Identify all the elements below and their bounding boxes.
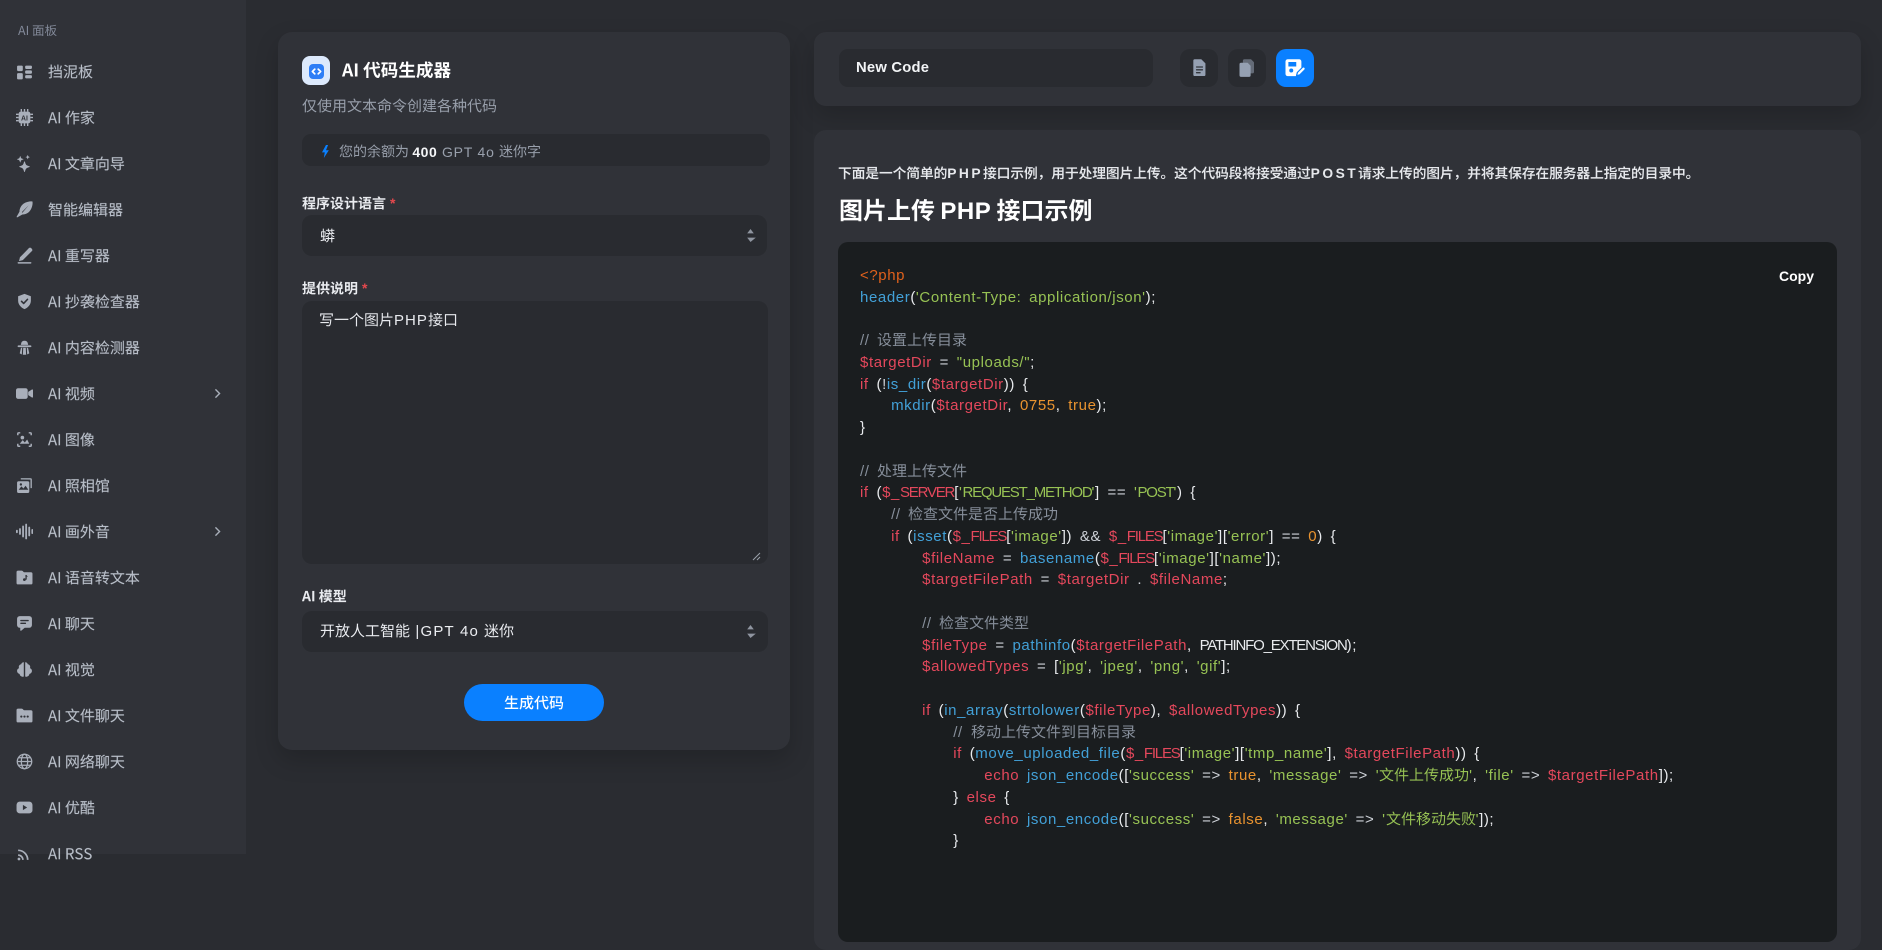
svg-text:AI: AI <box>21 116 28 123</box>
